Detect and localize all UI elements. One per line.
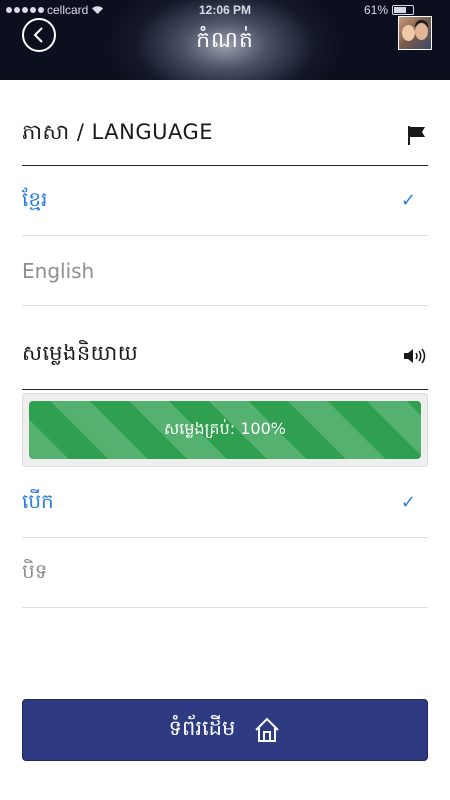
voice-option-label: បើក	[22, 488, 54, 513]
battery-percent: 61%	[363, 3, 388, 17]
volume-progress-label: សម្លេងគ្រប់: 100%	[164, 419, 286, 438]
language-option-khmer[interactable]: ខ្មែរ ✓	[22, 166, 428, 236]
home-button[interactable]: ទំព័រដើម	[22, 699, 428, 761]
header-bar: cellcard 12:06 PM 61% កំណត់	[0, 0, 450, 80]
page-title: កំណត់	[196, 28, 254, 53]
status-bar: cellcard 12:06 PM 61%	[0, 0, 450, 20]
profile-avatar[interactable]	[398, 16, 432, 50]
checkmark-icon: ✓	[400, 190, 416, 211]
language-heading-label: ភាសា / LANGUAGE	[22, 120, 214, 144]
language-section-heading: ភាសា / LANGUAGE	[22, 104, 428, 166]
flag-icon	[408, 125, 425, 145]
voice-heading-label: សម្លេងនិយាយ	[22, 341, 139, 365]
battery-icon	[392, 5, 414, 15]
voice-section-heading: សម្លេងនិយាយ	[22, 322, 428, 390]
home-icon	[255, 717, 280, 742]
checkmark-icon: ✓	[400, 492, 416, 513]
language-option-english[interactable]: English	[22, 236, 428, 306]
voice-option-off[interactable]: បិទ	[22, 538, 428, 608]
speaker-icon	[404, 348, 426, 363]
status-right: 61%	[364, 3, 414, 17]
volume-progress[interactable]: សម្លេងគ្រប់: 100%	[22, 393, 428, 467]
volume-progress-bar[interactable]: សម្លេងគ្រប់: 100%	[29, 401, 421, 459]
language-option-label: English	[22, 258, 95, 283]
voice-option-on[interactable]: បើក ✓	[22, 468, 428, 538]
home-button-label: ទំព័រដើម	[168, 715, 236, 740]
language-option-label: ខ្មែរ	[22, 186, 48, 211]
voice-option-label: បិទ	[22, 558, 48, 583]
